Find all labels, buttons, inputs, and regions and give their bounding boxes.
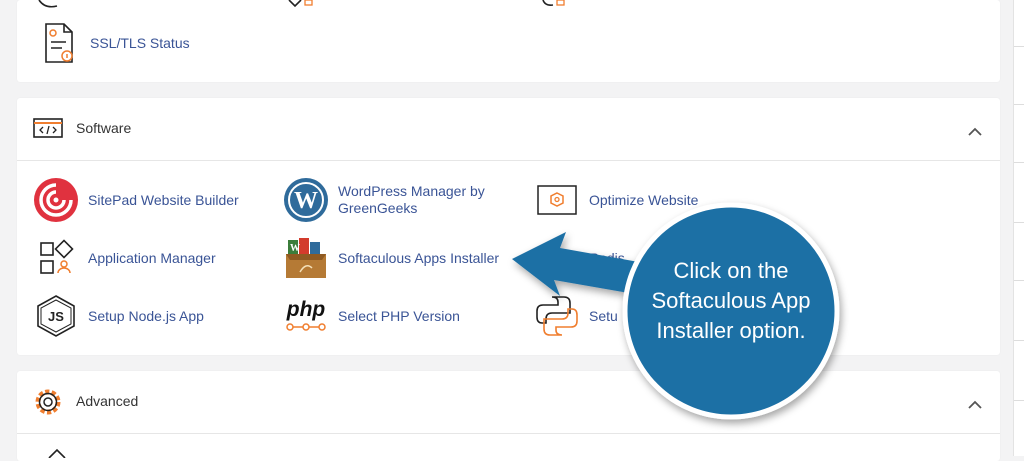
callout-text: Click on the Softaculous App Installer o… (651, 258, 811, 343)
callout-arrow (512, 202, 840, 420)
